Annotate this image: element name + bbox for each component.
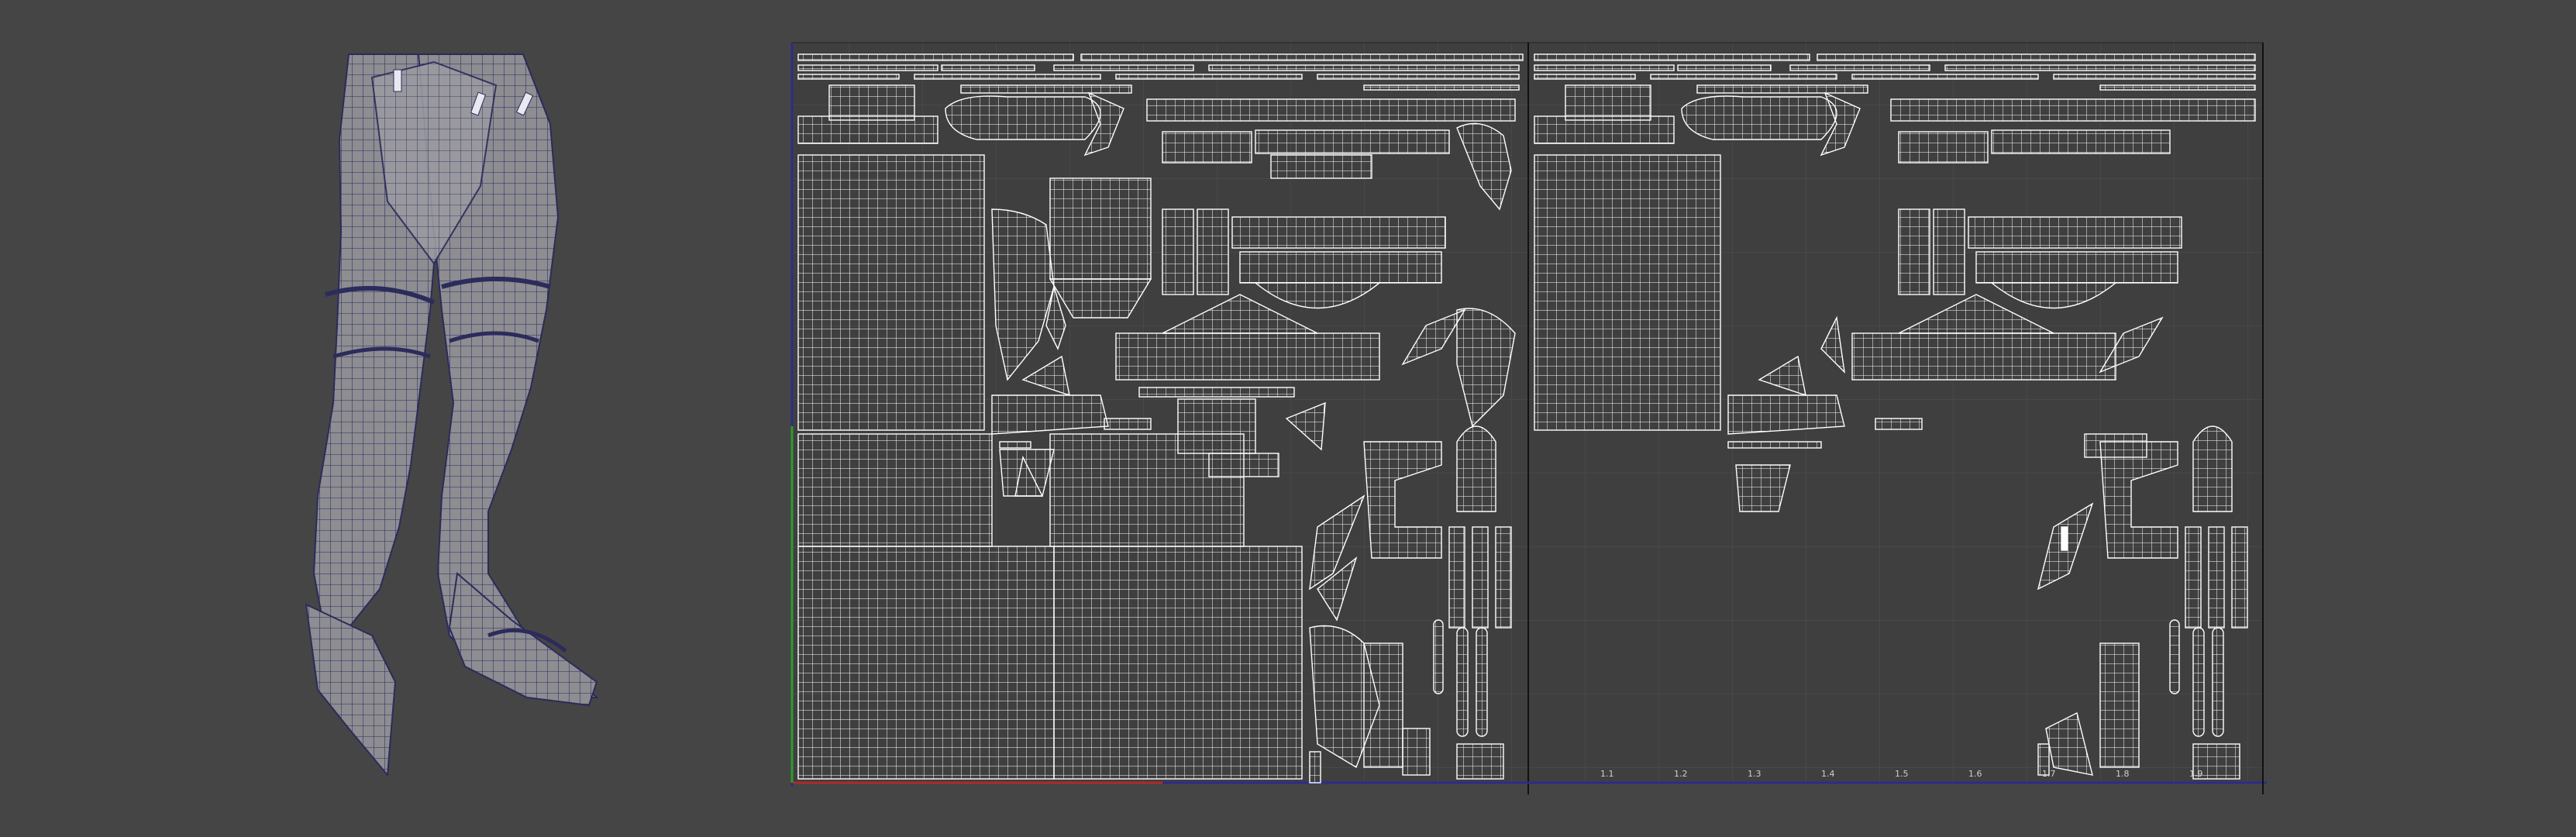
tick-7: 1.7 [2042, 769, 2056, 779]
tick-6: 1.6 [1968, 769, 1982, 779]
tick-2: 1.2 [1674, 769, 1688, 779]
tick-5: 1.5 [1895, 769, 1909, 779]
buckle-1 [393, 69, 402, 92]
viewport-3d[interactable] [232, 31, 666, 806]
tick-1: 1.1 [1600, 769, 1614, 779]
tick-3: 1.3 [1748, 769, 1762, 779]
tick-8: 1.8 [2116, 769, 2130, 779]
tick-9: 1.9 [2189, 769, 2203, 779]
uv-canvas[interactable]: 1.1 1.2 1.3 1.4 1.5 1.6 1.7 1.8 1.9 [775, 31, 2325, 806]
uv-editor[interactable]: 1.1 1.2 1.3 1.4 1.5 1.6 1.7 1.8 1.9 [775, 31, 2325, 806]
tick-4: 1.4 [1821, 769, 1835, 779]
pant-mesh-wireframe[interactable] [232, 31, 666, 806]
